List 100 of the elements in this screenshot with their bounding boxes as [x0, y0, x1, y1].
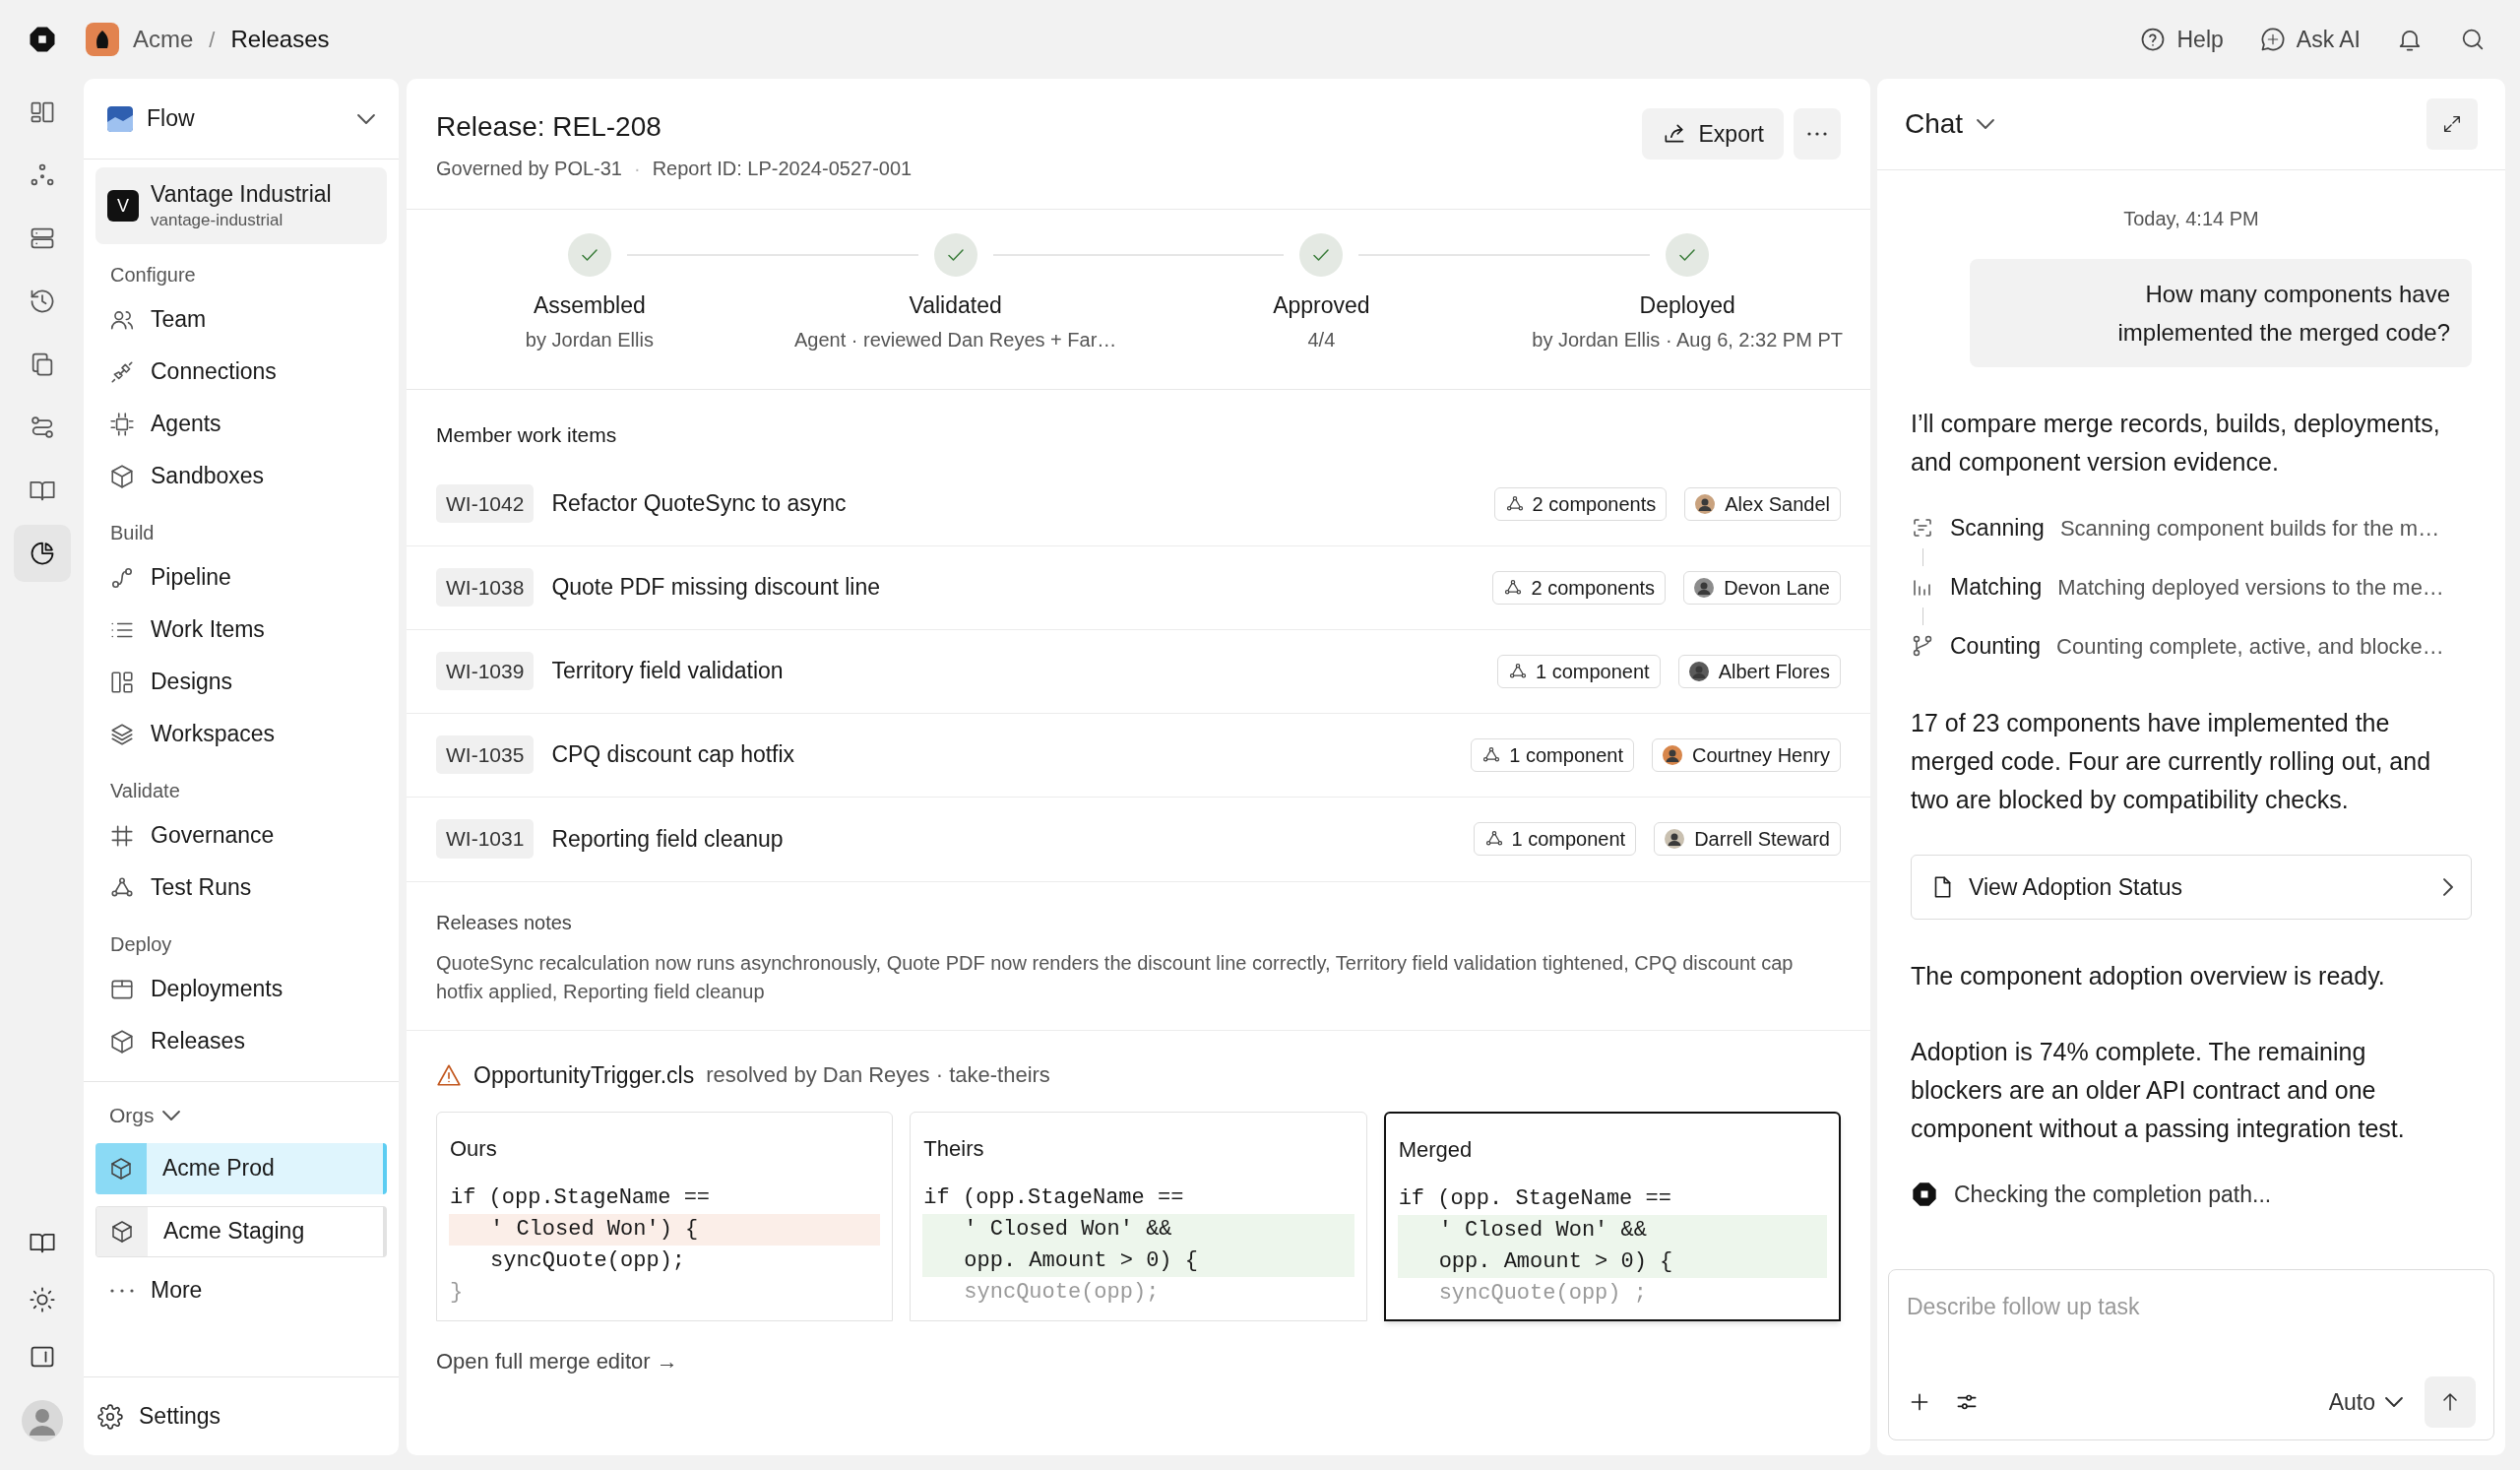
stage-detail: 4/4: [1307, 327, 1336, 352]
code-line: syncQuote(opp) ;: [1437, 1280, 1648, 1308]
assignee-tag: Devon Lane: [1683, 570, 1841, 605]
nav-item[interactable]: Work Items: [84, 604, 399, 656]
components-tag: 1 component: [1473, 822, 1637, 856]
status-text: Checking the completion path...: [1954, 1181, 2272, 1209]
work-item-row[interactable]: WI-1031 Reporting field cleanup 1 component Darrell Steward: [407, 797, 1870, 881]
workspace-switcher[interactable]: Flow: [84, 79, 399, 160]
nav-item[interactable]: Governance: [84, 809, 399, 862]
send-button[interactable]: [2425, 1376, 2476, 1428]
stage-detail: by Jordan Ellis: [525, 327, 654, 352]
chevron-right-icon: [2443, 878, 2453, 896]
rail-button[interactable]: [13, 525, 71, 582]
settings-button[interactable]: Settings: [84, 1376, 399, 1455]
chevron-down-icon: [161, 1110, 180, 1120]
work-item-row[interactable]: WI-1038 Quote PDF missing discount line 2 components Devon Lane: [407, 545, 1870, 630]
nav-section-title: Deploy: [109, 932, 173, 957]
meta-separator: ·: [634, 157, 641, 181]
assistant-message: The component adoption overview is ready.: [1911, 961, 2386, 991]
release-notes-text: QuoteSync recalculation now runs asynchronously, Quote PDF now renders the discount line correctly, Territory field validation tightened, CPQ discount cap hotfix applied, Reporting field cleanup: [436, 950, 1795, 1004]
nav-item[interactable]: Sandboxes: [84, 450, 399, 502]
columns-icon: [109, 669, 135, 695]
stage-label: Approved: [1273, 291, 1370, 320]
nav-item[interactable]: Team: [84, 293, 399, 346]
notes-title: Releases notes: [436, 910, 573, 935]
assistant-message: I’ll compare merge records, builds, deployments, and component version evidence.: [1911, 409, 2441, 478]
pane-title: Ours: [449, 1135, 498, 1163]
composer-field[interactable]: Describe follow up task Auto: [1888, 1269, 2494, 1440]
leaf-icon: [94, 30, 111, 49]
account-name: Vantage Industrial: [151, 180, 332, 209]
conflict-file: OpportunityTrigger.cls: [473, 1060, 695, 1090]
nav-item[interactable]: Pipeline: [84, 551, 399, 604]
avatar: [1688, 661, 1709, 681]
sun-icon[interactable]: [28, 1286, 56, 1313]
avatar: [1665, 829, 1685, 849]
assignee-tag: Albert Flores: [1677, 654, 1841, 688]
breadcrumb-link[interactable]: Acme: [133, 22, 194, 57]
work-item-title: Territory field validation: [551, 657, 784, 686]
message-input[interactable]: Describe follow up task: [1907, 1290, 2476, 1349]
assistant-message: 17 of 23 components have implemented the merged code. Four are currently rolling out, and two are blocked by compatibility checks.: [1911, 708, 2432, 815]
work-item-id: WI-1042: [436, 483, 535, 524]
nav-item[interactable]: Workspaces: [84, 708, 399, 760]
nav-item[interactable]: Deployments: [84, 963, 399, 1015]
nav-item[interactable]: Test Runs: [84, 862, 399, 914]
logo-icon: [1911, 1181, 1938, 1209]
work-item-row[interactable]: WI-1035 CPQ discount cap hotfix 1 component Courtney Henry: [407, 713, 1870, 798]
user-avatar[interactable]: [21, 1400, 63, 1441]
nav-item[interactable]: Connections: [84, 346, 399, 398]
work-item-id: WI-1035: [436, 735, 535, 775]
work-item-title: Reporting field cleanup: [551, 824, 784, 854]
code-line: syncQuote(opp);: [963, 1279, 1161, 1307]
account-card[interactable]: V Vantage Industrial vantage-industrial: [95, 167, 387, 244]
stage-label: Validated: [909, 291, 1002, 320]
expand-icon: [2441, 113, 2463, 135]
mode-dropdown[interactable]: Auto: [2328, 1384, 2403, 1420]
breadcrumb-current: Releases: [230, 25, 330, 54]
assistant-message: Adoption is 74% complete. The remaining blockers are an older API contract and one component without a passing integration test.: [1911, 1037, 2406, 1144]
export-button[interactable]: Export: [1641, 108, 1784, 160]
user-message-bubble: How many components have implemented the merged code?: [1970, 259, 2472, 367]
pane-title: Theirs: [922, 1135, 985, 1163]
orgs-toggle[interactable]: Orgs: [84, 1100, 399, 1131]
code-line: }: [449, 1279, 465, 1307]
timestamp: Today, 4:14 PM: [2123, 207, 2259, 231]
assignee-tag: Courtney Henry: [1651, 737, 1841, 772]
breadcrumb-separator: /: [209, 26, 216, 54]
grid-icon: [109, 822, 135, 849]
org-item[interactable]: Acme Staging: [95, 1205, 387, 1257]
step-label: Matching: [1950, 572, 2043, 602]
step-detail: Counting complete, active, and blocke…: [2056, 632, 2444, 661]
code-line: if (opp.StageName ==: [449, 1184, 712, 1212]
stage-label: Deployed: [1639, 291, 1735, 320]
view-adoption-status-card[interactable]: View Adoption Status: [1911, 855, 2472, 920]
step-detail: Matching deployed versions to the me…: [2057, 573, 2444, 602]
help-button[interactable]: Help: [2139, 22, 2224, 57]
work-item-row[interactable]: WI-1039 Territory field validation 1 component Albert Flores: [407, 629, 1870, 714]
ask-ai-button[interactable]: Ask AI: [2258, 22, 2361, 57]
chevron-down-icon: [1977, 119, 1995, 129]
nav-item[interactable]: Agents: [84, 398, 399, 450]
work-item-id: WI-1039: [436, 651, 535, 691]
more-button[interactable]: More: [84, 1268, 399, 1312]
components-tag: 2 components: [1492, 570, 1667, 605]
report-id: Report ID: LP-2024-0527-001: [652, 157, 913, 181]
nav-item[interactable]: Designs: [84, 656, 399, 708]
scan-icon: [1911, 516, 1934, 540]
merge-editor-link[interactable]: Open full merge editor →: [436, 1345, 678, 1377]
chat-title-dropdown[interactable]: Chat: [1905, 103, 1995, 145]
nav-item[interactable]: Releases: [84, 1015, 399, 1067]
policy-label: Governed by POL-31: [436, 157, 622, 181]
release-title: Release: REL-208: [436, 110, 662, 144]
nav-section-title: Build: [109, 521, 156, 545]
step-label: Counting: [1950, 631, 2042, 661]
account-initial: V: [107, 190, 139, 222]
org-item[interactable]: Acme Prod: [95, 1142, 387, 1194]
work-item-row[interactable]: WI-1042 Refactor QuoteSync to async 2 components Alex Sandel: [407, 462, 1870, 546]
chevron-down-icon: [357, 113, 375, 124]
assignee-tag: Alex Sandel: [1684, 486, 1841, 521]
step-label: Scanning: [1950, 513, 2045, 543]
work-item-id: WI-1031: [436, 819, 535, 859]
settings-icon: [97, 1403, 123, 1430]
branch-icon: [1911, 634, 1934, 658]
